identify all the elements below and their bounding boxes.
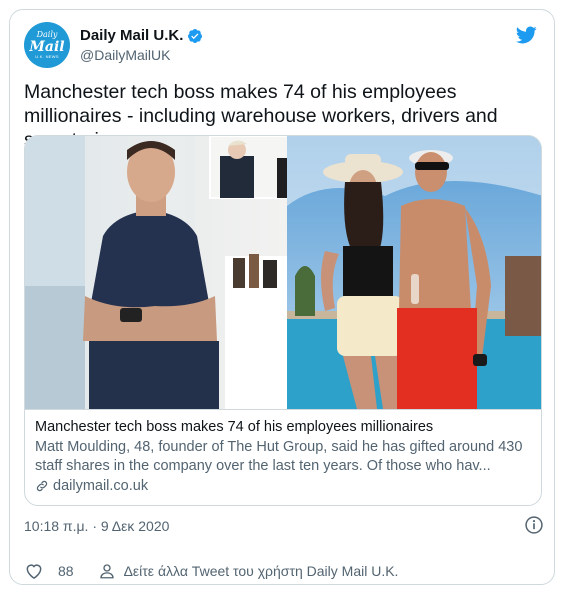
more-tweets-link[interactable]: Δείτε άλλα Tweet του χρήστη Daily Mail U…: [74, 562, 399, 580]
card-body[interactable]: Manchester tech boss makes 74 of his emp…: [25, 409, 541, 505]
tweet-actions: 88 Δείτε άλλα Tweet του χρήστη Daily Mai…: [24, 559, 544, 583]
heart-icon: [26, 564, 42, 579]
card-domain[interactable]: dailymail.co.uk: [35, 478, 533, 494]
card-domain-text[interactable]: dailymail.co.uk: [53, 478, 148, 494]
avatar-text-daily: Daily: [36, 30, 58, 39]
link-icon: [36, 480, 48, 492]
card-title[interactable]: Manchester tech boss makes 74 of his emp…: [35, 418, 533, 437]
author-block[interactable]: Daily Mail U.K. @DailyMailUK: [80, 27, 203, 63]
tweet-embed: Daily Mail U.K. NEWS Daily Mail U.K. @Da…: [9, 9, 555, 585]
card-photo-collage: [25, 136, 541, 409]
handle[interactable]: @DailyMailUK: [80, 47, 203, 63]
avatar[interactable]: Daily Mail U.K. NEWS: [24, 22, 70, 68]
like-button[interactable]: 88: [24, 561, 74, 581]
more-tweets-label[interactable]: Δείτε άλλα Tweet του χρήστη Daily Mail U…: [124, 563, 399, 579]
card-image[interactable]: [25, 136, 541, 409]
timestamp[interactable]: 10:18 π.μ. · 9 Δεκ 2020: [24, 518, 169, 534]
avatar-text-mail: Mail: [29, 39, 65, 55]
tweet-header: Daily Mail U.K. NEWS Daily Mail U.K. @Da…: [24, 22, 540, 72]
avatar-text-uk-news: U.K. NEWS: [35, 54, 59, 59]
info-icon[interactable]: [524, 515, 544, 535]
link-card[interactable]: Manchester tech boss makes 74 of his emp…: [24, 135, 542, 506]
twitter-bird-icon[interactable]: [514, 24, 538, 46]
display-name[interactable]: Daily Mail U.K.: [80, 27, 183, 44]
tweet-meta: 10:18 π.μ. · 9 Δεκ 2020: [24, 515, 544, 537]
like-count: 88: [58, 563, 74, 579]
card-description: Matt Moulding, 48, founder of The Hut Gr…: [35, 439, 523, 474]
verified-badge-icon: [188, 28, 203, 43]
person-icon: [99, 564, 114, 579]
